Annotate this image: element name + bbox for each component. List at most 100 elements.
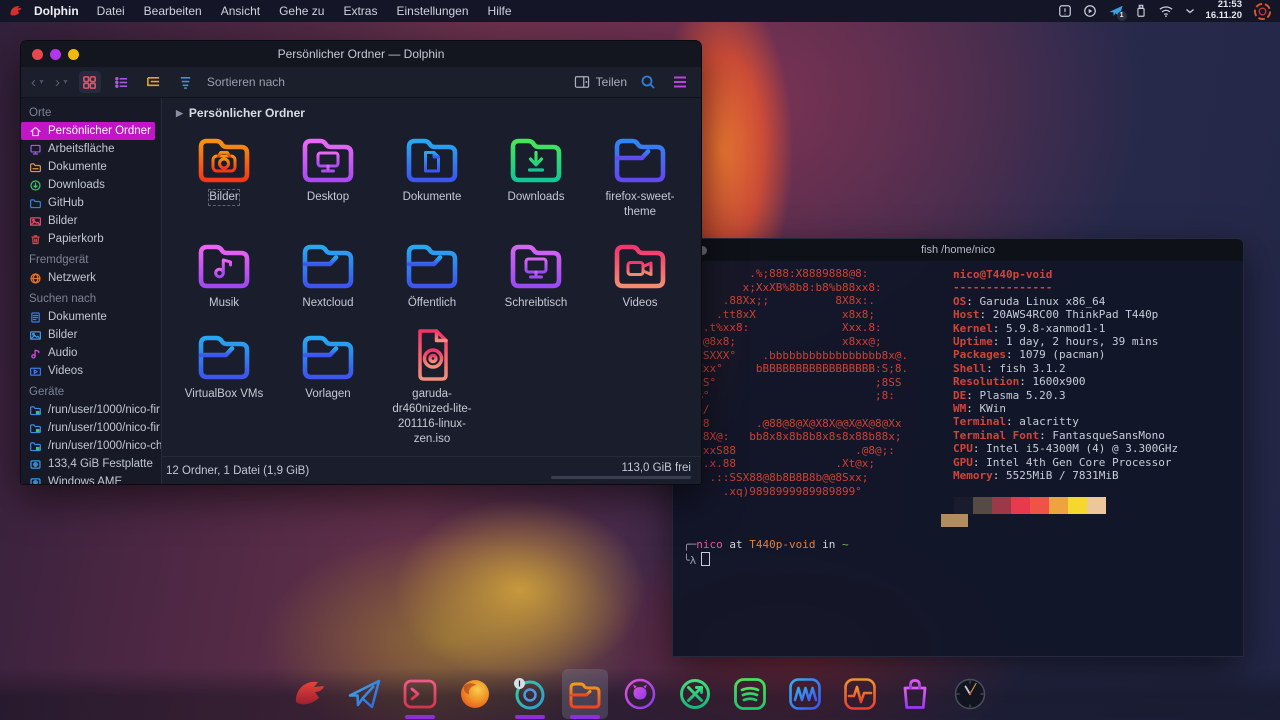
prompt-close: ╰λ	[683, 554, 696, 567]
terminal-icon	[400, 674, 440, 714]
icons-view-button[interactable]	[79, 71, 101, 93]
active-app-name: Dolphin	[34, 4, 79, 18]
neofetch-ascii-art: .%;888:X8889888@8: x;XxXB%8b8:b8%b88xx8:…	[683, 267, 908, 498]
menu-einstellungen[interactable]: Einstellungen	[396, 4, 468, 18]
tray-expander-icon[interactable]	[1185, 7, 1195, 15]
sidebar-item-windows-ame[interactable]: Windows AME	[21, 473, 161, 484]
breadcrumb[interactable]: ▶ Persönlicher Ordner	[162, 98, 701, 122]
file-label: firefox-sweet-theme	[593, 190, 687, 220]
sidebar-item-dokumente[interactable]: Dokumente	[21, 158, 161, 176]
dock-item-terminal[interactable]	[397, 669, 443, 719]
hamburger-menu-icon[interactable]	[669, 71, 691, 93]
menu-gehe-zu[interactable]: Gehe zu	[279, 4, 324, 18]
prompt-host: T440p-void	[749, 538, 815, 551]
sidebar-item-run-user-1000-nico-ch[interactable]: /run/user/1000/nico-ch	[21, 437, 161, 455]
trash-icon	[29, 233, 42, 246]
sidebar-item-persönlicher-ordner[interactable]: Persönlicher Ordner	[21, 122, 155, 140]
folder-icon	[503, 128, 569, 188]
menu-datei[interactable]: Datei	[97, 4, 125, 18]
file-vorlagen[interactable]: Vorlagen	[276, 325, 380, 447]
video-icon	[29, 365, 42, 378]
dock-item-github[interactable]	[617, 669, 663, 719]
file-nextcloud[interactable]: Nextcloud	[276, 234, 380, 311]
palette-swatch	[973, 497, 992, 514]
menu-ansicht[interactable]: Ansicht	[221, 4, 260, 18]
minimize-button[interactable]	[50, 49, 61, 60]
dock-item-audio-wave[interactable]	[782, 669, 828, 719]
image-icon	[29, 329, 42, 342]
dock-item-clock-widget[interactable]	[947, 669, 993, 719]
partition-icon	[29, 422, 42, 435]
details-view-button[interactable]	[143, 71, 165, 93]
garuda-assistant-icon[interactable]	[1253, 2, 1272, 21]
file-label: Öffentlich	[408, 296, 456, 311]
file-öffentlich[interactable]: Öffentlich	[380, 234, 484, 311]
running-indicator	[570, 715, 600, 719]
terminal-titlebar[interactable]: fish /home/nico	[673, 239, 1243, 261]
sidebar-item-bilder[interactable]: Bilder	[21, 326, 161, 344]
file-videos[interactable]: Videos	[588, 234, 692, 311]
dock-item-spotify[interactable]	[727, 669, 773, 719]
info-line: WM: KWin	[953, 402, 1178, 415]
dock-item-firefox[interactable]	[452, 669, 498, 719]
sidebar-item-dokumente[interactable]: Dokumente	[21, 308, 161, 326]
window-title: Persönlicher Ordner — Dolphin	[278, 47, 445, 61]
dock-item-dolphin-folder[interactable]	[562, 669, 608, 719]
sidebar-item-audio[interactable]: Audio	[21, 344, 161, 362]
app-store-bag-icon	[895, 674, 935, 714]
file-dokumente[interactable]: Dokumente	[380, 128, 484, 220]
dock-item-chromium[interactable]	[507, 669, 553, 719]
notification-icon[interactable]	[1058, 4, 1072, 18]
telegram-tray-icon[interactable]: 1	[1108, 4, 1124, 18]
split-view-button[interactable]: Teilen	[574, 75, 627, 89]
media-player-icon[interactable]	[1083, 4, 1097, 18]
audio-wave-icon	[785, 674, 825, 714]
menu-bearbeiten[interactable]: Bearbeiten	[144, 4, 202, 18]
sidebar-section-fremdgerät: Fremdgerät	[21, 248, 161, 269]
file-schreibtisch[interactable]: Schreibtisch	[484, 234, 588, 311]
file-bilder[interactable]: Bilder	[172, 128, 276, 220]
search-icon[interactable]	[637, 71, 659, 93]
wifi-icon[interactable]	[1158, 4, 1174, 18]
file-desktop[interactable]: Desktop	[276, 128, 380, 220]
system-monitor-icon	[840, 674, 880, 714]
sidebar-item-arbeitsfläche[interactable]: Arbeitsfläche	[21, 140, 161, 158]
github-icon	[620, 674, 660, 714]
sidebar-item-bilder[interactable]: Bilder	[21, 212, 161, 230]
dolphin-titlebar[interactable]: Persönlicher Ordner — Dolphin	[21, 41, 701, 67]
digital-clock[interactable]: 21:53 16.11.20	[1206, 0, 1242, 21]
sidebar-item-downloads[interactable]: Downloads	[21, 176, 161, 194]
drive-icon	[29, 458, 42, 471]
close-button[interactable]	[32, 49, 43, 60]
file-garuda-dr460nized-lite-201116-linux-zen-iso[interactable]: garuda-dr460nized-lite-201116-linux-zen.…	[380, 325, 484, 447]
sidebar-item-netzwerk[interactable]: Netzwerk	[21, 269, 161, 287]
sort-by-label[interactable]: Sortieren nach	[207, 75, 285, 89]
dock-item-system-monitor[interactable]	[837, 669, 883, 719]
palette-swatch	[954, 497, 973, 514]
maximize-button[interactable]	[68, 49, 79, 60]
file-label: Videos	[623, 296, 658, 311]
sidebar-item-github[interactable]: GitHub	[21, 194, 161, 212]
file-virtualbox-vms[interactable]: VirtualBox VMs	[172, 325, 276, 447]
sidebar-item-run-user-1000-nico-fir[interactable]: /run/user/1000/nico-fir	[21, 419, 161, 437]
sidebar-item-videos[interactable]: Videos	[21, 362, 161, 380]
sidebar-item-run-user-1000-nico-fir[interactable]: /run/user/1000/nico-fir	[21, 401, 161, 419]
sidebar-item-papierkorb[interactable]: Papierkorb	[21, 230, 161, 248]
terminal-content[interactable]: .%;888:X8889888@8: x;XxXB%8b8:b8%b88xx8:…	[673, 261, 1243, 656]
dock-item-garuda-launcher[interactable]	[287, 669, 333, 719]
dock-item-telegram[interactable]	[342, 669, 388, 719]
file-downloads[interactable]: Downloads	[484, 128, 588, 220]
menu-hilfe[interactable]: Hilfe	[488, 4, 512, 18]
sidebar-item-133-4-gib-festplatte[interactable]: 133,4 GiB Festplatte	[21, 455, 161, 473]
menu-extras[interactable]: Extras	[343, 4, 377, 18]
file-musik[interactable]: Musik	[172, 234, 276, 311]
sort-icon[interactable]	[175, 71, 197, 93]
dock-item-app-store-bag[interactable]	[892, 669, 938, 719]
forward-button[interactable]: ›▼	[55, 75, 69, 90]
garuda-logo-icon[interactable]	[8, 3, 24, 19]
file-firefox-sweet-theme[interactable]: firefox-sweet-theme	[588, 128, 692, 220]
usb-device-icon[interactable]	[1135, 4, 1147, 18]
back-button[interactable]: ‹▼	[31, 75, 45, 90]
dock-item-game-arrows[interactable]	[672, 669, 718, 719]
compact-view-button[interactable]	[111, 71, 133, 93]
